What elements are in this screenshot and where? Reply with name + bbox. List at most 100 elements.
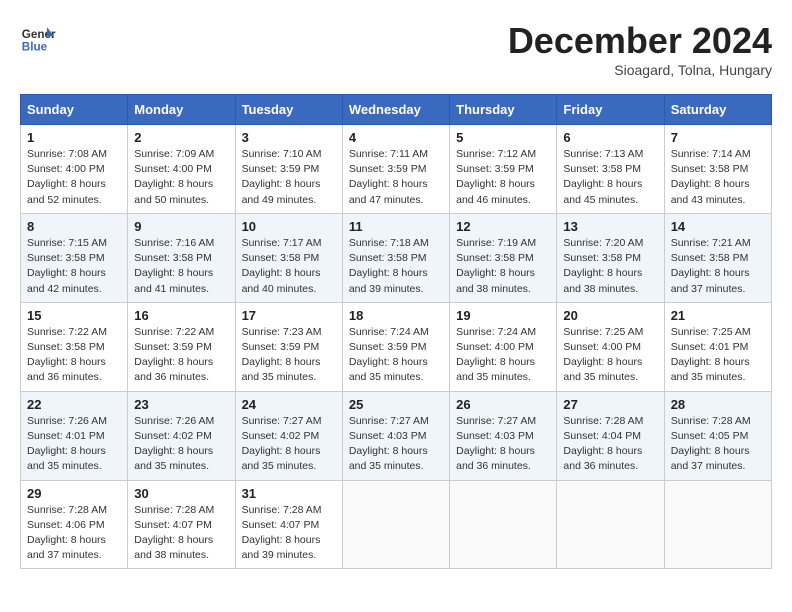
calendar-cell: 29Sunrise: 7:28 AMSunset: 4:06 PMDayligh… xyxy=(21,480,128,569)
day-info: Sunrise: 7:08 AMSunset: 4:00 PMDaylight:… xyxy=(27,147,121,208)
day-info: Sunrise: 7:14 AMSunset: 3:58 PMDaylight:… xyxy=(671,147,765,208)
day-info: Sunrise: 7:27 AMSunset: 4:02 PMDaylight:… xyxy=(242,414,336,475)
day-number: 6 xyxy=(563,130,657,145)
calendar-cell xyxy=(342,480,449,569)
day-info: Sunrise: 7:28 AMSunset: 4:04 PMDaylight:… xyxy=(563,414,657,475)
day-info: Sunrise: 7:09 AMSunset: 4:00 PMDaylight:… xyxy=(134,147,228,208)
calendar-cell xyxy=(450,480,557,569)
calendar-cell: 26 Sunrise: 7:27 AMSunset: 4:03 PMDayligh… xyxy=(450,391,557,480)
calendar-cell: 22Sunrise: 7:26 AMSunset: 4:01 PMDayligh… xyxy=(21,391,128,480)
calendar-cell: 15 Sunrise: 7:22 AMSunset: 3:58 PMDayligh… xyxy=(21,302,128,391)
day-info: Sunrise: 7:25 AMSunset: 4:01 PMDaylight:… xyxy=(671,325,765,386)
day-info: Sunrise: 7:23 AMSunset: 3:59 PMDaylight:… xyxy=(242,325,336,386)
day-number: 11 xyxy=(349,219,443,234)
calendar-week-3: 15 Sunrise: 7:22 AMSunset: 3:58 PMDayligh… xyxy=(21,302,772,391)
calendar-cell: 4 Sunrise: 7:11 AMSunset: 3:59 PMDaylight… xyxy=(342,125,449,214)
day-number: 18 xyxy=(349,308,443,323)
calendar-cell: 12Sunrise: 7:19 AMSunset: 3:58 PMDayligh… xyxy=(450,213,557,302)
calendar-cell: 30 Sunrise: 7:28 AMSunset: 4:07 PMDayligh… xyxy=(128,480,235,569)
title-block: December 2024 Sioagard, Tolna, Hungary xyxy=(508,20,772,78)
location: Sioagard, Tolna, Hungary xyxy=(508,62,772,78)
day-number: 7 xyxy=(671,130,765,145)
day-number: 27 xyxy=(563,397,657,412)
day-info: Sunrise: 7:21 AMSunset: 3:58 PMDaylight:… xyxy=(671,236,765,297)
calendar-cell: 28 Sunrise: 7:28 AMSunset: 4:05 PMDayligh… xyxy=(664,391,771,480)
day-number: 9 xyxy=(134,219,228,234)
month-title: December 2024 xyxy=(508,20,772,62)
logo: General Blue xyxy=(20,20,56,56)
calendar-week-1: 1 Sunrise: 7:08 AMSunset: 4:00 PMDaylight… xyxy=(21,125,772,214)
calendar-cell: 25Sunrise: 7:27 AMSunset: 4:03 PMDayligh… xyxy=(342,391,449,480)
calendar-cell: 23 Sunrise: 7:26 AMSunset: 4:02 PMDayligh… xyxy=(128,391,235,480)
calendar-cell: 21 Sunrise: 7:25 AMSunset: 4:01 PMDayligh… xyxy=(664,302,771,391)
day-number: 16 xyxy=(134,308,228,323)
day-number: 1 xyxy=(27,130,121,145)
day-number: 19 xyxy=(456,308,550,323)
day-number: 31 xyxy=(242,486,336,501)
weekday-header-thursday: Thursday xyxy=(450,95,557,125)
day-info: Sunrise: 7:16 AMSunset: 3:58 PMDaylight:… xyxy=(134,236,228,297)
calendar-cell: 27 Sunrise: 7:28 AMSunset: 4:04 PMDayligh… xyxy=(557,391,664,480)
calendar-week-4: 22Sunrise: 7:26 AMSunset: 4:01 PMDayligh… xyxy=(21,391,772,480)
day-number: 10 xyxy=(242,219,336,234)
calendar-cell: 10Sunrise: 7:17 AMSunset: 3:58 PMDayligh… xyxy=(235,213,342,302)
calendar-cell xyxy=(664,480,771,569)
day-number: 29 xyxy=(27,486,121,501)
day-info: Sunrise: 7:15 AMSunset: 3:58 PMDaylight:… xyxy=(27,236,121,297)
weekday-header-row: SundayMondayTuesdayWednesdayThursdayFrid… xyxy=(21,95,772,125)
svg-text:Blue: Blue xyxy=(22,41,48,54)
weekday-header-monday: Monday xyxy=(128,95,235,125)
calendar-cell: 6 Sunrise: 7:13 AMSunset: 3:58 PMDaylight… xyxy=(557,125,664,214)
day-number: 23 xyxy=(134,397,228,412)
calendar-cell: 8 Sunrise: 7:15 AMSunset: 3:58 PMDaylight… xyxy=(21,213,128,302)
day-number: 8 xyxy=(27,219,121,234)
day-info: Sunrise: 7:11 AMSunset: 3:59 PMDaylight:… xyxy=(349,147,443,208)
day-info: Sunrise: 7:28 AMSunset: 4:05 PMDaylight:… xyxy=(671,414,765,475)
day-number: 15 xyxy=(27,308,121,323)
day-info: Sunrise: 7:12 AMSunset: 3:59 PMDaylight:… xyxy=(456,147,550,208)
weekday-header-tuesday: Tuesday xyxy=(235,95,342,125)
calendar-cell: 18Sunrise: 7:24 AMSunset: 3:59 PMDayligh… xyxy=(342,302,449,391)
day-info: Sunrise: 7:20 AMSunset: 3:58 PMDaylight:… xyxy=(563,236,657,297)
weekday-header-wednesday: Wednesday xyxy=(342,95,449,125)
calendar-cell: 20Sunrise: 7:25 AMSunset: 4:00 PMDayligh… xyxy=(557,302,664,391)
day-info: Sunrise: 7:27 AMSunset: 4:03 PMDaylight:… xyxy=(349,414,443,475)
day-number: 24 xyxy=(242,397,336,412)
day-number: 13 xyxy=(563,219,657,234)
calendar-cell: 11Sunrise: 7:18 AMSunset: 3:58 PMDayligh… xyxy=(342,213,449,302)
page-header: General Blue December 2024 Sioagard, Tol… xyxy=(20,20,772,78)
calendar-cell: 1 Sunrise: 7:08 AMSunset: 4:00 PMDaylight… xyxy=(21,125,128,214)
day-number: 26 xyxy=(456,397,550,412)
calendar-cell xyxy=(557,480,664,569)
day-info: Sunrise: 7:22 AMSunset: 3:59 PMDaylight:… xyxy=(134,325,228,386)
calendar-week-5: 29Sunrise: 7:28 AMSunset: 4:06 PMDayligh… xyxy=(21,480,772,569)
day-number: 20 xyxy=(563,308,657,323)
day-number: 5 xyxy=(456,130,550,145)
calendar-cell: 14 Sunrise: 7:21 AMSunset: 3:58 PMDayligh… xyxy=(664,213,771,302)
day-info: Sunrise: 7:28 AMSunset: 4:07 PMDaylight:… xyxy=(134,503,228,564)
calendar-week-2: 8 Sunrise: 7:15 AMSunset: 3:58 PMDaylight… xyxy=(21,213,772,302)
calendar-cell: 13 Sunrise: 7:20 AMSunset: 3:58 PMDayligh… xyxy=(557,213,664,302)
calendar-table: SundayMondayTuesdayWednesdayThursdayFrid… xyxy=(20,94,772,569)
day-number: 4 xyxy=(349,130,443,145)
day-number: 21 xyxy=(671,308,765,323)
day-number: 28 xyxy=(671,397,765,412)
day-number: 17 xyxy=(242,308,336,323)
day-number: 22 xyxy=(27,397,121,412)
calendar-cell: 16 Sunrise: 7:22 AMSunset: 3:59 PMDayligh… xyxy=(128,302,235,391)
weekday-header-friday: Friday xyxy=(557,95,664,125)
calendar-cell: 9 Sunrise: 7:16 AMSunset: 3:58 PMDaylight… xyxy=(128,213,235,302)
calendar-cell: 5 Sunrise: 7:12 AMSunset: 3:59 PMDaylight… xyxy=(450,125,557,214)
day-info: Sunrise: 7:27 AMSunset: 4:03 PMDaylight:… xyxy=(456,414,550,475)
weekday-header-saturday: Saturday xyxy=(664,95,771,125)
day-info: Sunrise: 7:22 AMSunset: 3:58 PMDaylight:… xyxy=(27,325,121,386)
day-info: Sunrise: 7:13 AMSunset: 3:58 PMDaylight:… xyxy=(563,147,657,208)
day-number: 3 xyxy=(242,130,336,145)
day-info: Sunrise: 7:24 AMSunset: 4:00 PMDaylight:… xyxy=(456,325,550,386)
day-info: Sunrise: 7:26 AMSunset: 4:02 PMDaylight:… xyxy=(134,414,228,475)
day-number: 12 xyxy=(456,219,550,234)
day-number: 14 xyxy=(671,219,765,234)
day-number: 2 xyxy=(134,130,228,145)
day-number: 30 xyxy=(134,486,228,501)
calendar-cell: 3Sunrise: 7:10 AMSunset: 3:59 PMDaylight… xyxy=(235,125,342,214)
